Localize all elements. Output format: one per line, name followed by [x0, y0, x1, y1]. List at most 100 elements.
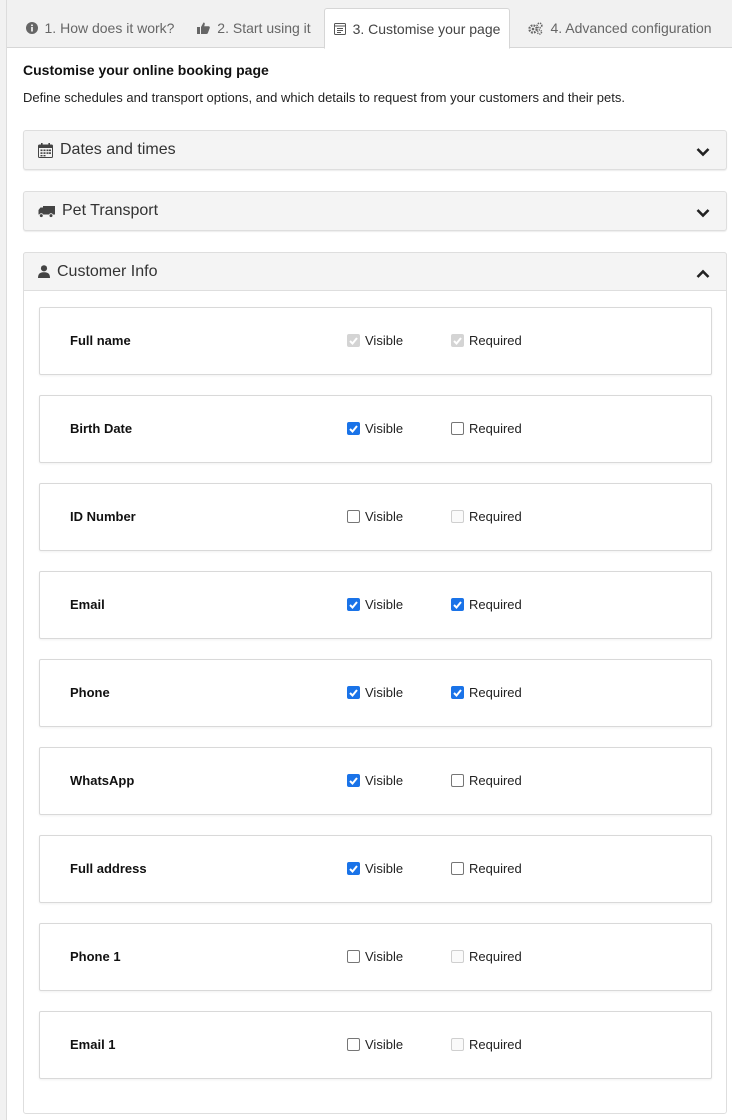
- user-icon: [38, 265, 50, 278]
- visible-checkbox[interactable]: [347, 862, 360, 875]
- field-name: Phone 1: [70, 949, 121, 964]
- visible-checkbox[interactable]: [347, 422, 360, 435]
- visible-label: Visible: [365, 1037, 404, 1052]
- visible-option[interactable]: Visible: [347, 509, 403, 524]
- required-option: Required: [451, 1037, 522, 1052]
- tab-start-using-it[interactable]: 2. Start using it: [189, 8, 319, 48]
- required-option: Required: [451, 509, 522, 524]
- tab-label: 3. Customise your page: [352, 20, 501, 37]
- field-row: Email 1 Visible Required: [39, 1011, 712, 1079]
- required-checkbox[interactable]: [451, 774, 464, 787]
- field-row: Birth Date Visible Required: [39, 395, 712, 463]
- required-label: Required: [469, 597, 522, 612]
- gears-icon: [528, 21, 544, 35]
- field-name: Full address: [70, 861, 147, 876]
- field-row: WhatsApp Visible Required: [39, 747, 712, 815]
- required-checkbox[interactable]: [451, 862, 464, 875]
- field-name: Email 1: [70, 1037, 116, 1052]
- visible-option[interactable]: Visible: [347, 1037, 403, 1052]
- required-option: Required: [451, 949, 522, 964]
- section-customer-info[interactable]: Customer Info: [23, 252, 727, 291]
- section-title: Dates and times: [60, 141, 176, 158]
- tab-how-does-it-work[interactable]: 1. How does it work?: [15, 8, 185, 48]
- visible-label: Visible: [365, 773, 404, 788]
- visible-checkbox[interactable]: [347, 686, 360, 699]
- info-circle-icon: [25, 22, 38, 34]
- required-label: Required: [469, 333, 522, 348]
- visible-label: Visible: [365, 685, 404, 700]
- required-option[interactable]: Required: [451, 685, 522, 700]
- required-checkbox[interactable]: [451, 598, 464, 611]
- required-label: Required: [469, 773, 522, 788]
- required-option[interactable]: Required: [451, 597, 522, 612]
- required-option[interactable]: Required: [451, 421, 522, 436]
- tab-label: 4. Advanced configuration: [550, 20, 712, 36]
- truck-icon: [38, 205, 55, 218]
- field-name: Email: [70, 597, 105, 612]
- tab-bar: 1. How does it work? 2. Start using it 3…: [7, 0, 732, 49]
- required-label: Required: [469, 949, 522, 964]
- tab-advanced-configuration[interactable]: 4. Advanced configuration: [514, 8, 726, 48]
- section-title: Customer Info: [57, 262, 158, 280]
- page-icon: [333, 22, 346, 35]
- required-label: Required: [469, 685, 522, 700]
- visible-option[interactable]: Visible: [347, 685, 403, 700]
- visible-checkbox[interactable]: [347, 950, 360, 963]
- chevron-down-icon: [696, 205, 710, 223]
- required-label: Required: [469, 1037, 522, 1052]
- visible-checkbox[interactable]: [347, 510, 360, 523]
- tab-customise-your-page[interactable]: 3. Customise your page: [324, 8, 510, 49]
- required-label: Required: [469, 421, 522, 436]
- field-row: Full name Visible Required: [39, 307, 712, 375]
- visible-option[interactable]: Visible: [347, 773, 403, 788]
- tab-label: 1. How does it work?: [44, 20, 175, 36]
- field-row: Phone 1 Visible Required: [39, 923, 712, 991]
- section-pet-transport[interactable]: Pet Transport: [23, 191, 727, 231]
- visible-option[interactable]: Visible: [347, 421, 403, 436]
- field-row: Email Visible Required: [39, 571, 712, 639]
- visible-label: Visible: [365, 421, 404, 436]
- visible-checkbox[interactable]: [347, 1038, 360, 1051]
- required-label: Required: [469, 861, 522, 876]
- field-name: WhatsApp: [70, 773, 135, 788]
- visible-checkbox[interactable]: [347, 598, 360, 611]
- required-label: Required: [469, 509, 522, 524]
- required-option: Required: [451, 333, 522, 348]
- field-name: Birth Date: [70, 421, 133, 436]
- visible-option[interactable]: Visible: [347, 861, 403, 876]
- required-checkbox: [451, 510, 464, 523]
- chevron-up-icon: [696, 266, 710, 284]
- required-option[interactable]: Required: [451, 861, 522, 876]
- field-row: Full address Visible Required: [39, 835, 712, 903]
- visible-label: Visible: [365, 333, 404, 348]
- required-checkbox: [451, 334, 464, 347]
- required-option[interactable]: Required: [451, 773, 522, 788]
- visible-label: Visible: [365, 949, 404, 964]
- chevron-down-icon: [696, 144, 710, 162]
- section-customer-info-panel: Customer Info Full name Visible Required Bi…: [23, 252, 727, 1114]
- visible-option[interactable]: Visible: [347, 597, 403, 612]
- required-checkbox: [451, 950, 464, 963]
- page-title: Customise your online booking page: [23, 62, 269, 78]
- field-name: Phone: [70, 685, 110, 700]
- page-description: Define schedules and transport options, …: [23, 90, 625, 105]
- required-checkbox[interactable]: [451, 686, 464, 699]
- field-row: Phone Visible Required: [39, 659, 712, 727]
- visible-checkbox[interactable]: [347, 774, 360, 787]
- field-name: ID Number: [70, 509, 136, 524]
- visible-label: Visible: [365, 861, 404, 876]
- visible-option[interactable]: Visible: [347, 949, 403, 964]
- required-checkbox: [451, 1038, 464, 1051]
- section-dates-and-times[interactable]: Dates and times: [23, 130, 727, 170]
- page-frame: 1. How does it work? 2. Start using it 3…: [6, 0, 732, 1120]
- visible-option: Visible: [347, 333, 403, 348]
- field-name: Full name: [70, 333, 131, 348]
- calendar-icon: [38, 142, 53, 158]
- tab-label: 2. Start using it: [217, 20, 311, 36]
- required-checkbox[interactable]: [451, 422, 464, 435]
- thumbs-up-icon: [197, 22, 211, 34]
- section-title: Pet Transport: [62, 202, 159, 219]
- visible-label: Visible: [365, 597, 404, 612]
- visible-label: Visible: [365, 509, 404, 524]
- visible-checkbox: [347, 334, 360, 347]
